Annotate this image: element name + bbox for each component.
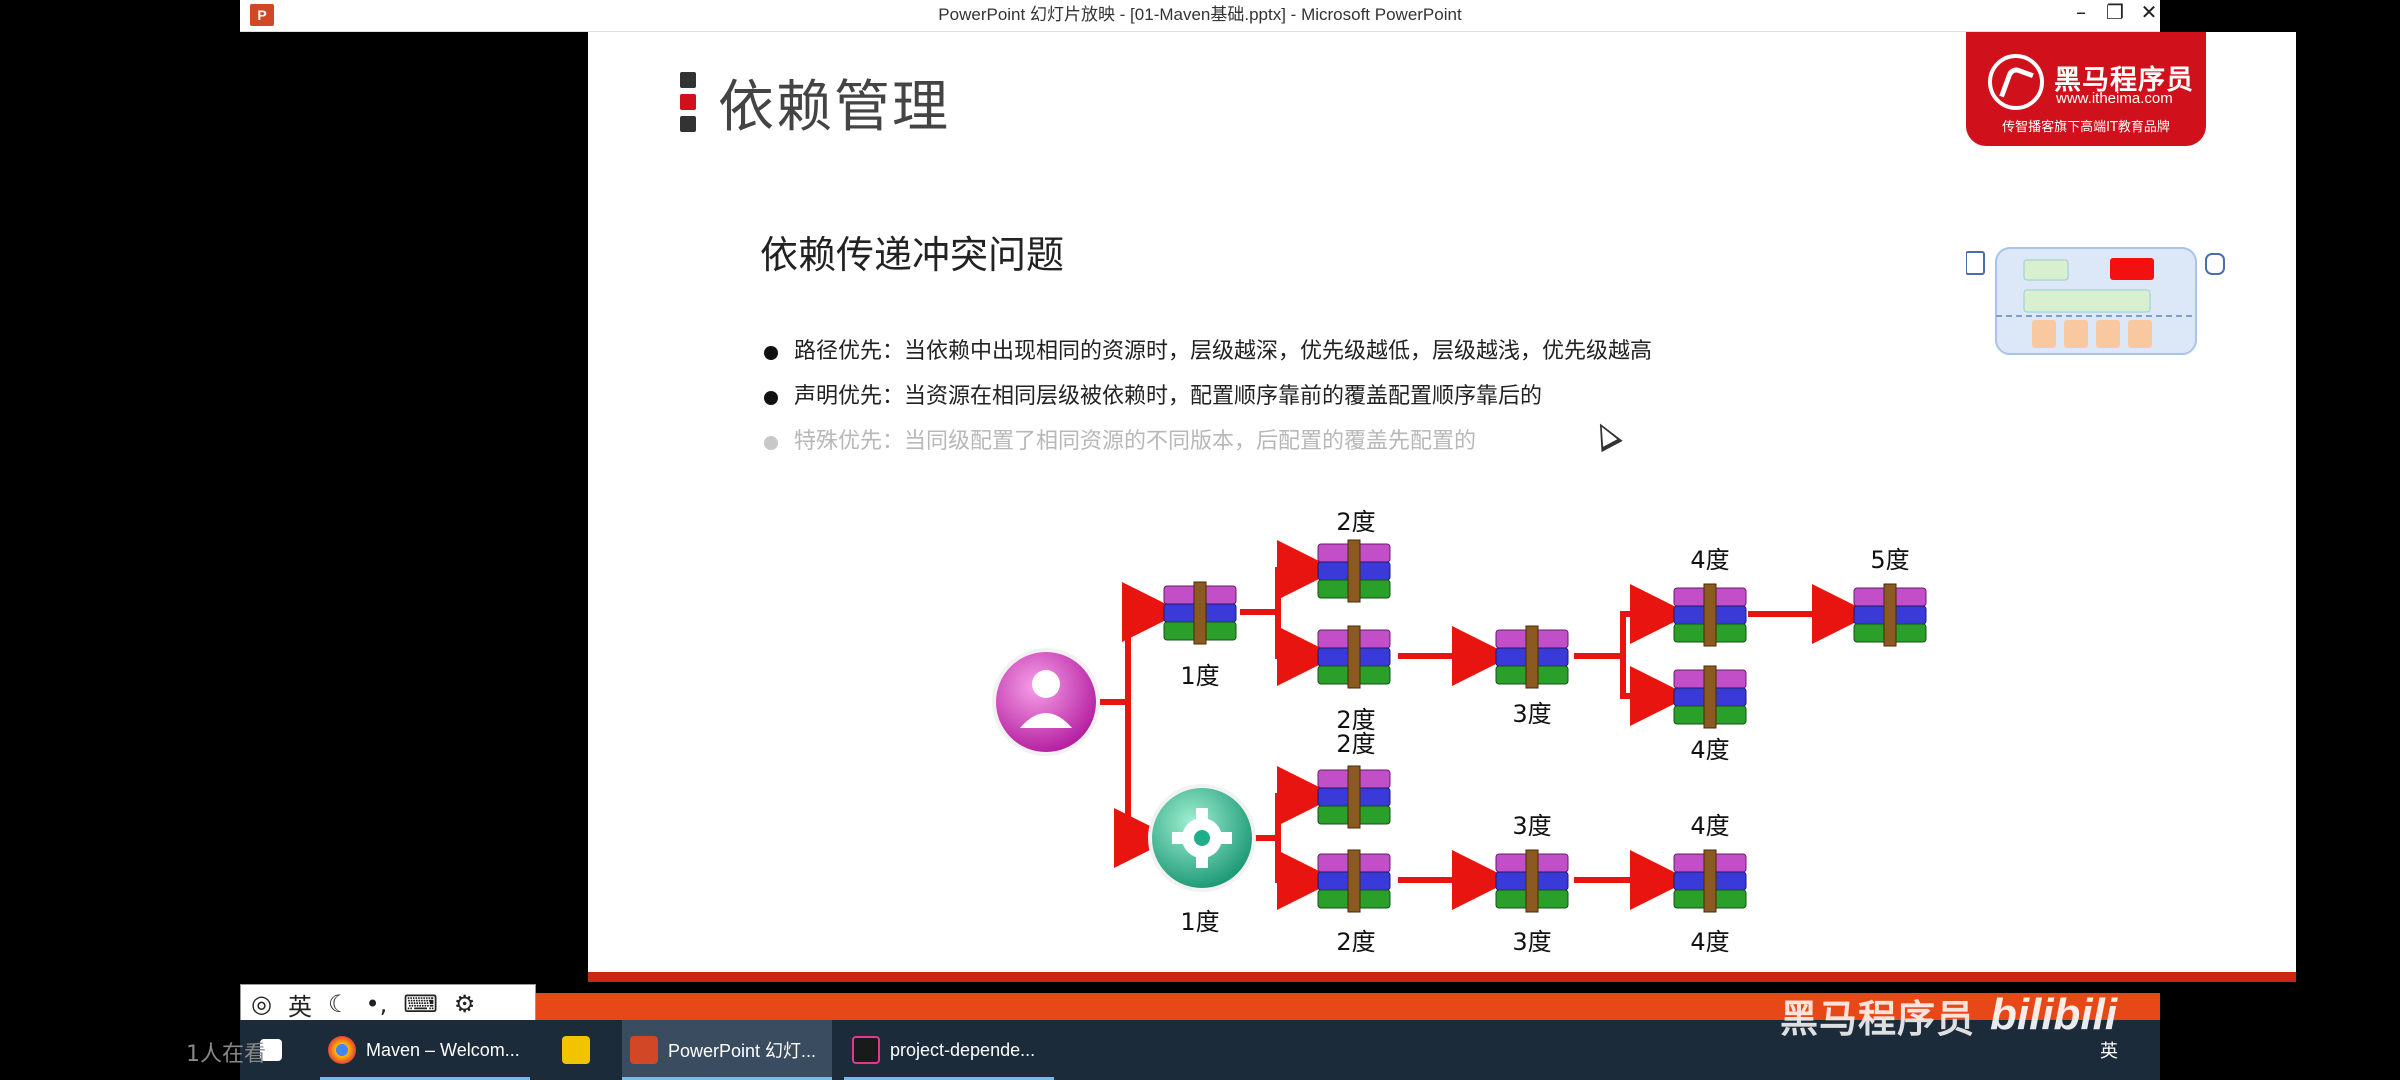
taskbar-idea-label: project-depende... bbox=[890, 1039, 1036, 1060]
dependency-diagram: 1度 2度 2度 3度 4度 4度 5度 1度 2度 2度 3度 3度 4度 4… bbox=[992, 508, 1927, 956]
taskbar-chrome-label: Maven – Welcom... bbox=[366, 1039, 520, 1060]
ime-language[interactable]: 英 bbox=[288, 987, 312, 1022]
brand-url: www.itheima.com bbox=[2056, 90, 2173, 107]
jar-icon-2b bbox=[1317, 625, 1391, 689]
screen: P PowerPoint 幻灯片放映 - [01-Maven基础.pptx] -… bbox=[0, 0, 2400, 1080]
punctuation-icon[interactable]: •, bbox=[365, 990, 387, 1018]
powerpoint-taskbar-icon bbox=[630, 1036, 658, 1064]
bilibili-logo: bilibili bbox=[1990, 990, 2118, 1039]
bullet-list: 路径优先：当依赖中出现相同的资源时，层级越深，优先级越低，层级越浅，优先级越高 … bbox=[764, 334, 1864, 469]
label-2c: 2度 bbox=[1336, 730, 1375, 758]
horse-logo-icon bbox=[1988, 54, 2044, 110]
title-bar: P PowerPoint 幻灯片放映 - [01-Maven基础.pptx] -… bbox=[240, 0, 2160, 32]
label-4b: 4度 bbox=[1690, 736, 1729, 764]
taskbar-powerpoint-label: PowerPoint 幻灯... bbox=[668, 1041, 817, 1061]
label-3a: 3度 bbox=[1512, 700, 1551, 728]
label-4a: 4度 bbox=[1690, 546, 1729, 574]
label-3c: 3度 bbox=[1512, 928, 1551, 956]
arrow-3a-to-4b bbox=[1620, 656, 1690, 726]
bullet-declaration-priority: 声明优先：当资源在相同层级被依赖时，配置顺序靠前的覆盖配置顺序靠后的 bbox=[764, 379, 1864, 424]
jar-icon-2d bbox=[1317, 849, 1391, 913]
watermark-text: 黑马程序员 bbox=[1780, 997, 1976, 1041]
powerpoint-window: P PowerPoint 幻灯片放映 - [01-Maven基础.pptx] -… bbox=[240, 0, 2296, 1020]
viewer-count: 1人在看 bbox=[186, 1042, 266, 1067]
label-2a: 2度 bbox=[1336, 508, 1375, 536]
jar-icon-3a bbox=[1495, 625, 1569, 689]
label-2d: 2度 bbox=[1336, 928, 1375, 956]
label-4d: 4度 bbox=[1690, 928, 1729, 956]
arrow-1a-to-2b bbox=[1275, 612, 1337, 686]
jar-icon-4c bbox=[1673, 849, 1747, 913]
slide-title: 依赖管理 bbox=[718, 75, 950, 140]
arrow-user-to-gear bbox=[1114, 702, 1174, 868]
user-avatar-icon bbox=[992, 648, 1100, 756]
window-title: PowerPoint 幻灯片放映 - [01-Maven基础.pptx] - M… bbox=[938, 5, 1462, 24]
label-1b: 1度 bbox=[1180, 908, 1219, 936]
chrome-icon bbox=[328, 1036, 356, 1064]
gear-settings-icon[interactable]: ⚙ bbox=[454, 990, 476, 1018]
section-subtitle: 依赖传递冲突问题 bbox=[760, 233, 1065, 277]
jar-icon-5a bbox=[1853, 583, 1927, 647]
slide[interactable]: 依赖管理 黑马程序员 www.itheima.com 传智播客旗下高端IT教育品… bbox=[588, 32, 2296, 982]
intellij-icon bbox=[852, 1036, 880, 1064]
taskbar-item-chrome[interactable]: Maven – Welcom... bbox=[320, 1020, 530, 1080]
ime-logo-icon[interactable]: ◎ bbox=[251, 990, 272, 1018]
arrow-gear-to-2c bbox=[1254, 766, 1337, 841]
gear-icon bbox=[1148, 784, 1256, 892]
label-3b: 3度 bbox=[1512, 812, 1551, 840]
label-5a: 5度 bbox=[1870, 546, 1909, 574]
label-1a: 1度 bbox=[1180, 662, 1219, 690]
jar-icon-2c bbox=[1317, 765, 1391, 829]
module-structure-icon bbox=[1966, 247, 2225, 355]
label-4c: 4度 bbox=[1690, 812, 1729, 840]
folder-icon bbox=[562, 1036, 590, 1064]
arrow-gear-to-2d bbox=[1275, 838, 1337, 910]
close-icon[interactable]: ✕ bbox=[2126, 0, 2172, 30]
jar-icon-2a bbox=[1317, 539, 1391, 603]
arrow-3a-to-4a bbox=[1574, 584, 1690, 659]
slide-footer-bar bbox=[588, 972, 2296, 982]
brand-slogan: 传智播客旗下高端IT教育品牌 bbox=[2002, 120, 2170, 135]
jar-icon-4b bbox=[1673, 665, 1747, 729]
title-marker-icon bbox=[680, 72, 696, 138]
ime-toolbar[interactable]: ◎ 英 ☾ •, ⌨ ⚙ bbox=[240, 984, 536, 1024]
taskbar-item-explorer[interactable] bbox=[546, 1020, 606, 1080]
brand-logo: 黑马程序员 www.itheima.com 传智播客旗下高端IT教育品牌 bbox=[1966, 32, 2206, 146]
jar-icon-1a bbox=[1163, 581, 1237, 645]
bullet-path-priority: 路径优先：当依赖中出现相同的资源时，层级越深，优先级越低，层级越浅，优先级越高 bbox=[764, 334, 1864, 379]
keyboard-icon[interactable]: ⌨ bbox=[403, 990, 438, 1018]
taskbar-item-powerpoint[interactable]: PowerPoint 幻灯... bbox=[622, 1020, 832, 1080]
arrow-1a-to-2a bbox=[1240, 540, 1337, 615]
taskbar-item-idea[interactable]: project-depende... bbox=[844, 1020, 1054, 1080]
jar-icon-4a bbox=[1673, 583, 1747, 647]
arrow-user-to-1a bbox=[1100, 582, 1182, 705]
jar-icon-3b bbox=[1495, 849, 1569, 913]
moon-icon[interactable]: ☾ bbox=[328, 990, 350, 1018]
